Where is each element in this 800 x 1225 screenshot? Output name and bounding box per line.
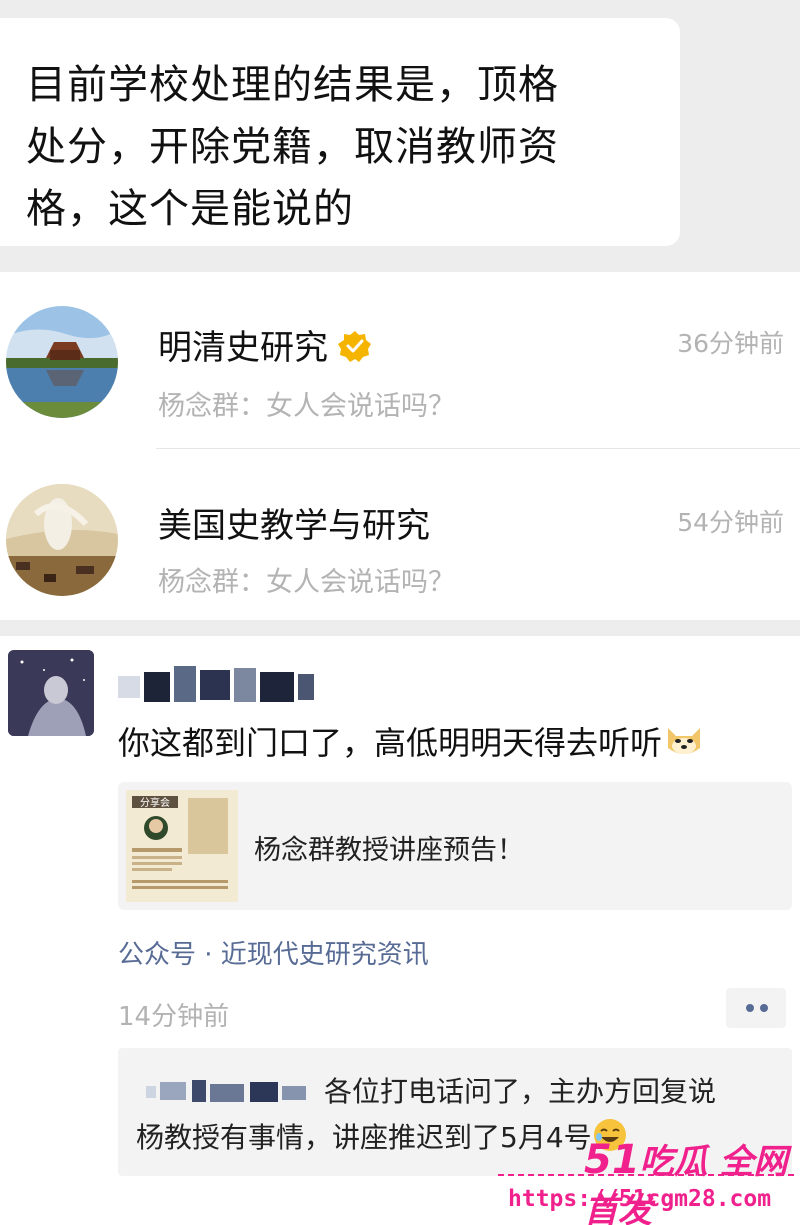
shared-article-card[interactable]: 分享会 杨念群教授讲座预告！ bbox=[118, 782, 792, 910]
list-item-title: 明清史研究 bbox=[158, 320, 372, 369]
message-text: 目前学校处理的结果是，顶格 处分，开除党籍，取消教师资 格，这个是能说的 bbox=[26, 54, 660, 240]
more-actions-button[interactable] bbox=[726, 988, 786, 1028]
chat-list: 明清史研究 36分钟前 杨念群：女人会说话吗？ 美国史教学与研究 54分钟前 杨… bbox=[0, 272, 800, 620]
list-item-meiguo[interactable]: 美国史教学与研究 54分钟前 杨念群：女人会说话吗？ bbox=[0, 448, 800, 624]
watermark-underline bbox=[498, 1174, 798, 1176]
title-text: 明清史研究 bbox=[158, 328, 328, 368]
watermark-url: https://51cgm28.com bbox=[508, 1186, 772, 1212]
message-line: 格，这个是能说的 bbox=[26, 186, 354, 232]
lake-pavilion-avatar[interactable] bbox=[6, 306, 118, 418]
comment-text: 各位打电话问了，主办方回复说 bbox=[324, 1075, 717, 1108]
commenter-name-blurred[interactable] bbox=[146, 1078, 316, 1104]
verified-badge-icon bbox=[338, 329, 372, 363]
source-link[interactable]: 公众号 · 近现代史研究资讯 bbox=[118, 934, 429, 971]
timestamp: 54分钟前 bbox=[677, 508, 784, 537]
article-title: 杨念群教授讲座预告！ bbox=[254, 835, 524, 866]
last-message: 杨念群：女人会说话吗？ bbox=[158, 391, 455, 422]
user-avatar[interactable] bbox=[8, 650, 94, 736]
doge-emoji-icon bbox=[664, 720, 704, 760]
article-thumbnail: 分享会 bbox=[126, 790, 238, 902]
post-body: 你这都到门口了，高低明明天得去听听 bbox=[118, 724, 663, 762]
message-line: 目前学校处理的结果是，顶格 bbox=[26, 62, 559, 108]
thumb-caption: 分享会 bbox=[140, 796, 170, 809]
message-bubble: 目前学校处理的结果是，顶格 处分，开除党籍，取消教师资 格，这个是能说的 bbox=[0, 18, 680, 246]
post-text: 你这都到门口了，高低明明天得去听听 bbox=[118, 718, 704, 764]
user-name-blurred[interactable] bbox=[118, 666, 318, 706]
painting-avatar[interactable] bbox=[6, 484, 118, 596]
timestamp: 36分钟前 bbox=[677, 329, 784, 358]
list-item-mingqing[interactable]: 明清史研究 36分钟前 杨念群：女人会说话吗？ bbox=[0, 272, 800, 449]
list-item-title: 美国史教学与研究 bbox=[158, 506, 430, 546]
comment-text-2: 杨教授有事情，讲座推迟到了5月4号 bbox=[136, 1116, 628, 1156]
comment-body: 杨教授有事情，讲座推迟到了5月4号 bbox=[136, 1121, 592, 1154]
post-timestamp: 14分钟前 bbox=[118, 1002, 230, 1032]
message-line: 处分，开除党籍，取消教师资 bbox=[26, 124, 559, 170]
last-message: 杨念群：女人会说话吗？ bbox=[158, 567, 455, 598]
